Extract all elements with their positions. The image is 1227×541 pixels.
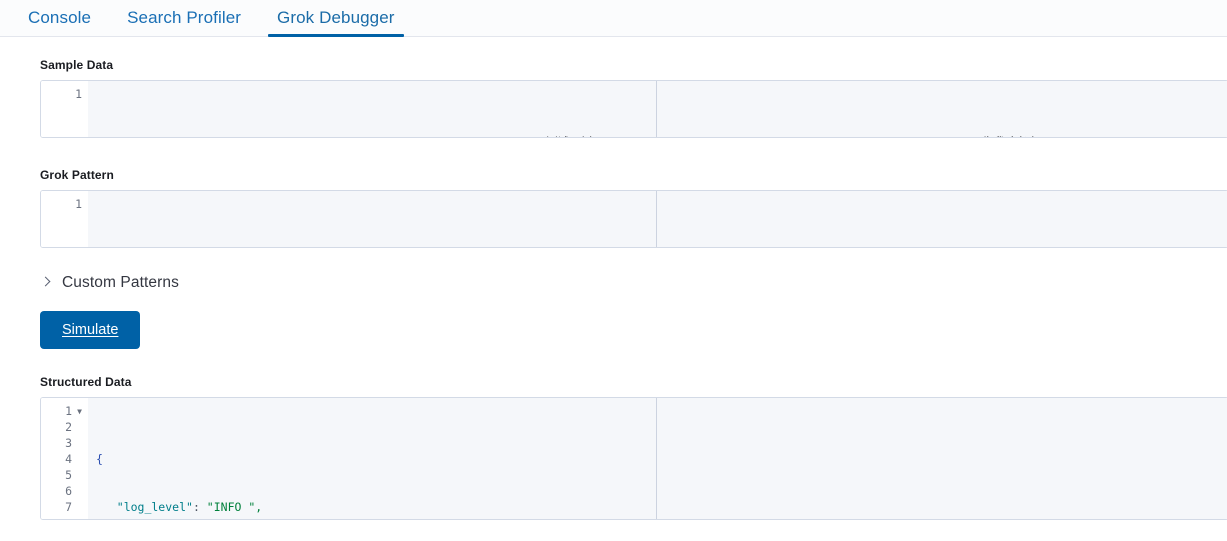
chevron-right-icon (40, 277, 52, 289)
line-number: 2 (65, 420, 72, 434)
grok-pattern-input[interactable]: \|%{DATA:log_time}\|%{DATA:thread}\|%{DA… (88, 191, 1227, 247)
line-number: 1 (75, 87, 82, 101)
structured-data-label: Structured Data (40, 375, 132, 389)
tab-bar: Console Search Profiler Grok Debugger (0, 0, 1227, 37)
simulate-button[interactable]: Simulate (40, 311, 141, 349)
structured-data-line-1: { (96, 452, 103, 466)
grok-pattern-label: Grok Pattern (40, 168, 114, 182)
sample-data-label: Sample Data (40, 58, 114, 72)
tab-console[interactable]: Console (10, 9, 109, 36)
line-number: 5 (65, 468, 72, 482)
fold-arrow-icon[interactable]: ▼ (72, 404, 82, 420)
sample-data-line-1: |2020-08-13 17:03:16.211|[Thread-5]|INFO… (96, 134, 1227, 137)
line-number: 1 (75, 197, 82, 211)
line-number: 7 (65, 500, 72, 514)
structured-data-editor[interactable]: 1▼ 2 3 4 5 6 7 { "log_level": "INFO ", "… (40, 397, 1227, 520)
structured-data-gutter: 1 ▼ 2 3 4 5 6 7 (41, 398, 88, 519)
sample-data-section: Sample Data 1 |2020-08-13 17:03:16.211|[… (0, 37, 1227, 138)
tab-grok-debugger[interactable]: Grok Debugger (259, 9, 413, 37)
print-margin-ruler (656, 81, 657, 137)
line-number: 3 (65, 436, 72, 450)
grok-pattern-gutter: 1 (41, 191, 88, 247)
grok-pattern-line-1: \|%{DATA:log_time}\|%{DATA:thread}\|%{DA… (96, 244, 1227, 247)
sample-data-gutter: 1 (41, 81, 88, 137)
structured-data-section: Structured Data 1 ▼ 2 3 4 5 6 7 { "log_le… (0, 375, 1227, 520)
structured-data-line-2: "log_level": "INFO ", (96, 500, 263, 514)
line-number: 4 (65, 452, 72, 466)
sample-data-input[interactable]: |2020-08-13 17:03:16.211|[Thread-5]|INFO… (88, 81, 1227, 137)
tab-search-profiler[interactable]: Search Profiler (109, 9, 259, 36)
print-margin-ruler (656, 191, 657, 247)
line-number: 1 ▼ (65, 404, 82, 420)
sample-data-editor[interactable]: 1 |2020-08-13 17:03:16.211|[Thread-5]|IN… (40, 80, 1227, 138)
grok-debugger-page: Sample Data 1 |2020-08-13 17:03:16.211|[… (0, 37, 1227, 520)
grok-pattern-section: Grok Pattern 1 \|%{DATA:log_time}\|%{DAT… (0, 168, 1227, 248)
structured-data-output[interactable]: { "log_level": "INFO ", "thread": "[Thre… (88, 398, 1227, 519)
grok-pattern-editor[interactable]: 1 \|%{DATA:log_time}\|%{DATA:thread}\|%{… (40, 190, 1227, 248)
line-number: 6 (65, 484, 72, 498)
custom-patterns-label: Custom Patterns (62, 274, 179, 291)
custom-patterns-accordion[interactable]: Custom Patterns (40, 274, 179, 292)
simulate-button-wrapper: Simulate (40, 311, 1227, 349)
